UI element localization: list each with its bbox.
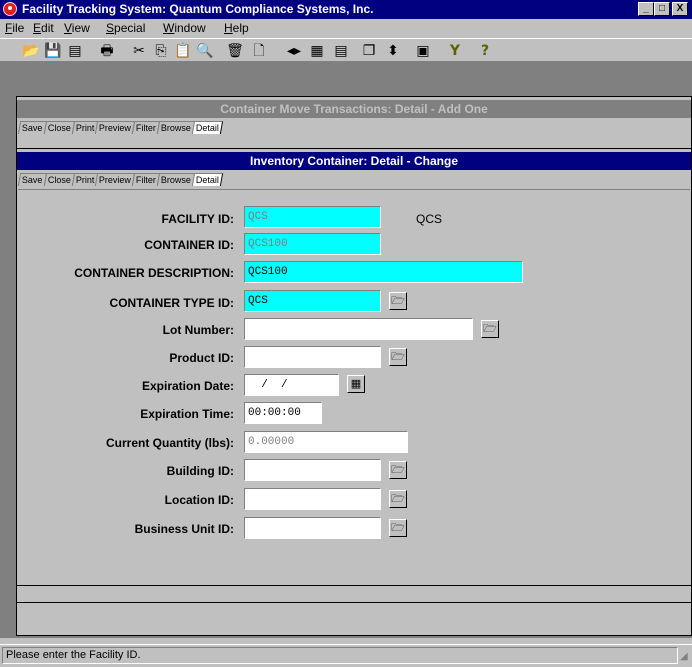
building-id-lookup-icon[interactable]: 🗁 <box>389 461 407 479</box>
expiration-time-field[interactable]: 00:00:00 <box>244 402 322 424</box>
lot-number-lookup-icon[interactable]: 🗁 <box>481 320 499 338</box>
status-message: Please enter the Facility ID. <box>2 647 678 664</box>
menu-edit[interactable]: Edit <box>33 21 54 35</box>
product-id-lookup-icon[interactable]: 🗁 <box>389 348 407 366</box>
menu-view[interactable]: View <box>64 21 90 35</box>
outer-tab-save[interactable]: Save <box>17 121 47 134</box>
minimize-button[interactable]: _ <box>638 2 654 16</box>
inner-tab-browse[interactable]: Browse <box>156 173 196 186</box>
container-type-id-label: CONTAINER TYPE ID: <box>109 296 234 310</box>
facility-id-field[interactable]: QCS <box>244 206 381 228</box>
current-quantity-label: Current Quantity (lbs): <box>106 436 234 450</box>
cascade-icon[interactable]: ❐ <box>360 42 378 60</box>
inner-tab-close[interactable]: Close <box>43 173 75 186</box>
form-view-icon[interactable]: ▤ <box>332 42 350 60</box>
current-quantity-field[interactable]: 0.00000 <box>244 431 408 453</box>
container-description-field[interactable]: QCS100 <box>244 261 523 283</box>
product-id-field[interactable] <box>244 346 381 368</box>
navigate-icon[interactable]: ◂▸ <box>282 42 306 60</box>
paste-icon[interactable]: 📋 <box>174 42 192 60</box>
calendar-icon[interactable]: ▦ <box>347 375 365 393</box>
menu-window[interactable]: Window <box>163 21 206 35</box>
app-title-bar[interactable]: Facility Tracking System: Quantum Compli… <box>0 0 692 19</box>
building-id-label: Building ID: <box>166 464 234 478</box>
copy-icon[interactable]: ⎘ <box>152 42 170 60</box>
calculator-icon[interactable]: ▣ <box>414 42 432 60</box>
menu-special[interactable]: Special <box>106 21 145 35</box>
bottom-child-window <box>16 602 692 636</box>
business-unit-id-lookup-icon[interactable]: 🗁 <box>389 519 407 537</box>
grid-icon[interactable]: ▦ <box>308 42 326 60</box>
status-bar: Please enter the Facility ID. ◢ <box>0 644 692 667</box>
menu-help[interactable]: Help <box>224 21 249 35</box>
inner-tab-detail[interactable]: Detail <box>191 173 224 186</box>
outer-tab-close[interactable]: Close <box>43 121 75 134</box>
product-id-label: Product ID: <box>169 351 234 365</box>
menu-bar: File Edit View Special Window Help <box>0 19 692 38</box>
outer-tab-strip: Save Close Print Preview Filter Browse Detail <box>17 121 224 135</box>
sort-icon[interactable]: ⬍ <box>384 42 402 60</box>
help-icon[interactable]: ? <box>476 42 494 60</box>
print-icon[interactable]: 🖶 <box>98 42 116 60</box>
inventory-container-title: Inventory Container: Detail - Change <box>17 152 691 170</box>
inner-tab-strip: Save Close Print Preview Filter Browse Detail <box>17 173 224 187</box>
facility-id-label: FACILITY ID: <box>161 212 234 226</box>
expiration-date-label: Expiration Date: <box>141 379 234 393</box>
container-description-label: CONTAINER DESCRIPTION: <box>74 266 234 280</box>
facility-name-display: QCS <box>416 212 443 226</box>
preview-icon[interactable]: 🔍 <box>196 42 214 60</box>
inner-tab-preview[interactable]: Preview <box>94 173 136 186</box>
building-id-field[interactable] <box>244 459 381 481</box>
resize-grip-icon[interactable]: ◢ <box>680 651 690 663</box>
new-document-icon[interactable]: 🗋 <box>250 42 268 60</box>
open-record-icon[interactable]: ▤ <box>66 42 84 60</box>
container-id-label: CONTAINER ID: <box>144 238 234 252</box>
cut-icon[interactable]: ✂ <box>130 42 148 60</box>
open-folder-icon[interactable]: 📂 <box>22 42 40 60</box>
save-disk-icon[interactable]: 💾 <box>44 42 62 60</box>
expiration-time-label: Expiration Time: <box>140 407 234 421</box>
inner-tab-filter[interactable]: Filter <box>131 173 161 186</box>
delete-icon[interactable]: 🗑 <box>226 42 244 60</box>
location-id-lookup-icon[interactable]: 🗁 <box>389 490 407 508</box>
app-logo-icon[interactable] <box>3 2 17 16</box>
inner-tab-save[interactable]: Save <box>17 173 47 186</box>
outer-tab-preview[interactable]: Preview <box>94 121 136 134</box>
outer-tab-detail[interactable]: Detail <box>191 121 224 134</box>
filter-icon[interactable]: Y <box>446 42 464 60</box>
container-type-id-field[interactable]: QCS <box>244 290 381 312</box>
location-id-label: Location ID: <box>164 493 234 507</box>
app-title: Facility Tracking System: Quantum Compli… <box>22 2 374 16</box>
business-unit-id-label: Business Unit ID: <box>134 522 234 536</box>
close-button[interactable]: X <box>672 2 688 16</box>
outer-tab-filter[interactable]: Filter <box>131 121 161 134</box>
container-type-lookup-icon[interactable]: 🗁 <box>389 292 407 310</box>
menu-file[interactable]: File <box>5 21 24 35</box>
toolbar: 📂 💾 ▤ 🖶 ✂ ⎘ 📋 🔍 🗑 🗋 ◂▸ ▦ ▤ ❐ ⬍ ▣ Y ? <box>0 38 692 62</box>
lot-number-field[interactable] <box>244 318 473 340</box>
outer-tab-browse[interactable]: Browse <box>156 121 196 134</box>
tab-divider <box>18 189 690 190</box>
container-id-field[interactable]: QCS100 <box>244 233 381 255</box>
business-unit-id-field[interactable] <box>244 517 381 539</box>
expiration-date-field[interactable]: / / <box>244 374 339 396</box>
maximize-button[interactable]: □ <box>654 2 670 16</box>
lot-number-label: Lot Number: <box>162 323 234 337</box>
location-id-field[interactable] <box>244 488 381 510</box>
container-move-title: Container Move Transactions: Detail - Ad… <box>17 100 691 118</box>
